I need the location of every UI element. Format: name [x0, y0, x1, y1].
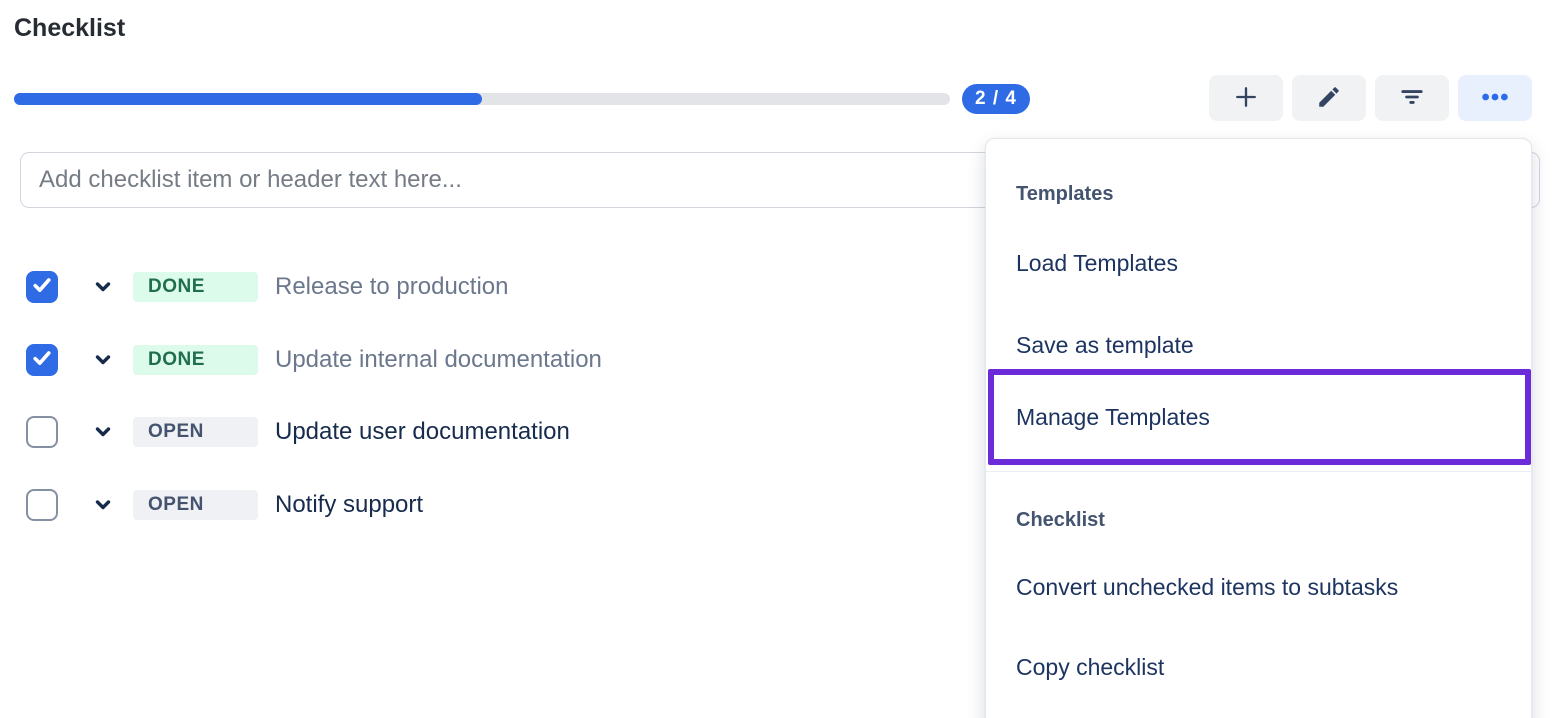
checklist-row: DONE Update internal documentation [26, 340, 602, 380]
menu-item-convert-unchecked-to-subtasks[interactable]: Convert unchecked items to subtasks [986, 559, 1531, 615]
item-text[interactable]: Update user documentation [275, 418, 570, 446]
page-title: Checklist [14, 14, 125, 43]
chevron-down-icon[interactable] [92, 494, 114, 516]
chevron-down-icon[interactable] [92, 276, 114, 298]
edit-button[interactable] [1292, 75, 1366, 121]
status-badge[interactable]: OPEN [133, 490, 258, 520]
progress-count-badge: 2 / 4 [962, 84, 1030, 114]
status-badge[interactable]: DONE [133, 345, 258, 375]
chevron-down-icon[interactable] [92, 349, 114, 371]
ellipsis-icon [1480, 82, 1510, 115]
menu-item-copy-checklist[interactable]: Copy checklist [986, 639, 1531, 695]
checklist-panel: Checklist 2 / 4 [0, 0, 1568, 718]
progress-bar [14, 93, 950, 105]
plus-icon [1232, 83, 1260, 114]
progress-bar-fill [14, 93, 482, 105]
menu-item-manage-templates[interactable]: Manage Templates [994, 375, 1525, 459]
pencil-icon [1316, 84, 1342, 113]
item-checkbox-checked[interactable] [26, 271, 58, 303]
menu-section-header-templates: Templates [1016, 183, 1113, 206]
checklist-row: OPEN Notify support [26, 485, 423, 525]
checklist-row: DONE Release to production [26, 267, 508, 307]
filter-icon [1399, 84, 1425, 113]
chevron-down-icon[interactable] [92, 421, 114, 443]
menu-item-load-templates[interactable]: Load Templates [986, 235, 1531, 291]
menu-divider [986, 471, 1531, 472]
item-checkbox-unchecked[interactable] [26, 416, 58, 448]
status-badge[interactable]: OPEN [133, 417, 258, 447]
more-actions-button[interactable] [1458, 75, 1532, 121]
status-badge[interactable]: DONE [133, 272, 258, 302]
item-text[interactable]: Release to production [275, 273, 508, 301]
annotation-highlight-box: Manage Templates [988, 369, 1531, 465]
add-item-button[interactable] [1209, 75, 1283, 121]
checklist-row: OPEN Update user documentation [26, 412, 570, 452]
menu-section-header-checklist: Checklist [1016, 509, 1105, 532]
menu-item-save-as-template[interactable]: Save as template [986, 317, 1531, 373]
more-actions-menu: Templates Load Templates Save as templat… [985, 138, 1532, 718]
check-icon [30, 273, 54, 302]
item-text[interactable]: Update internal documentation [275, 346, 602, 374]
toolbar [1209, 75, 1532, 121]
filter-button[interactable] [1375, 75, 1449, 121]
item-checkbox-checked[interactable] [26, 344, 58, 376]
item-text[interactable]: Notify support [275, 491, 423, 519]
check-icon [30, 346, 54, 375]
item-checkbox-unchecked[interactable] [26, 489, 58, 521]
